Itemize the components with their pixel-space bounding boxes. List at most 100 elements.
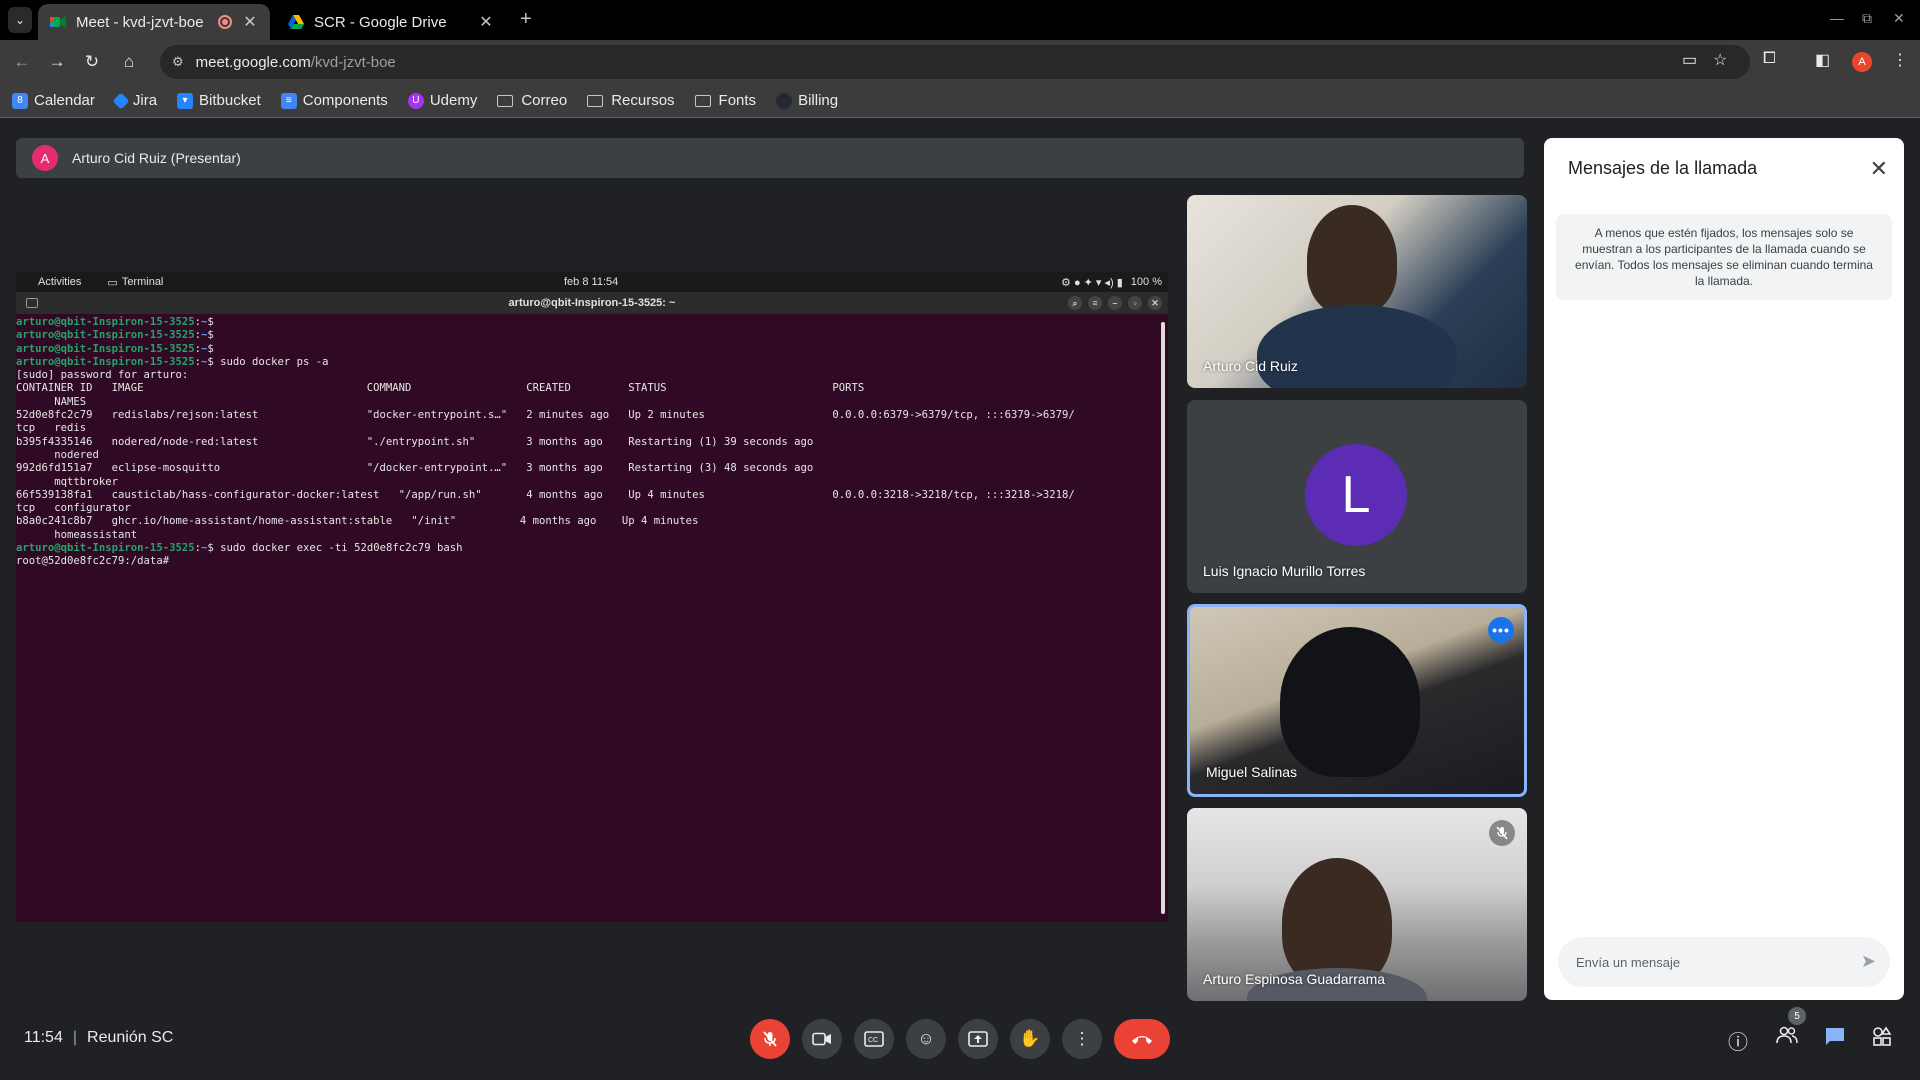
url-path: /kvd-jzvt-boe bbox=[310, 53, 396, 71]
reload-icon[interactable]: ↻ bbox=[80, 50, 104, 74]
url-host: meet.google.com bbox=[195, 53, 311, 71]
meeting-name: Reunión SC bbox=[87, 1029, 174, 1046]
back-icon[interactable]: ← bbox=[10, 50, 34, 74]
participant-name: Luis Ignacio Murillo Torres bbox=[1203, 563, 1366, 579]
terminal-window-controls: ⌕ ≡ – ▫ ✕ bbox=[1068, 296, 1162, 310]
folder-icon bbox=[587, 94, 604, 107]
terminal-app-icon: ▭ bbox=[107, 276, 118, 289]
close-tab-icon[interactable]: ✕ bbox=[478, 12, 494, 32]
presenter-avatar: A bbox=[32, 145, 58, 171]
restore-icon[interactable]: ⧉ bbox=[1862, 10, 1872, 27]
chat-notice: A menos que estén fijados, los mensajes … bbox=[1556, 214, 1892, 300]
message-placeholder: Envía un mensaje bbox=[1576, 954, 1681, 970]
participant-name: Miguel Salinas bbox=[1206, 764, 1298, 780]
bookmark-calendar[interactable]: 8 Calendar bbox=[12, 92, 95, 109]
terminal-title: arturo@qbit-Inspiron-15-3525: ~ bbox=[508, 297, 676, 309]
shared-screen: Activities ▭ Terminal feb 8 11:54 ⚙ ● ✦ … bbox=[16, 272, 1168, 922]
calendar-icon: 8 bbox=[12, 92, 28, 109]
bookmark-bitbucket[interactable]: ▾ Bitbucket bbox=[177, 92, 261, 109]
participant-tile-active-speaker[interactable]: ••• Miguel Salinas bbox=[1187, 604, 1527, 797]
participant-video bbox=[1280, 627, 1420, 777]
tab-title: SCR - Google Drive bbox=[314, 13, 447, 31]
people-count-badge: 5 bbox=[1788, 1007, 1806, 1025]
close-icon[interactable]: ✕ bbox=[1870, 156, 1888, 182]
tab-meet[interactable]: Meet - kvd-jzvt-boe ✕ bbox=[38, 4, 270, 40]
tab-drive[interactable]: SCR - Google Drive ✕ bbox=[276, 4, 506, 40]
gnome-top-bar: Activities ▭ Terminal feb 8 11:54 ⚙ ● ✦ … bbox=[16, 272, 1168, 292]
meeting-time: 11:54 bbox=[24, 1029, 63, 1046]
terminal-output: arturo@qbit-Inspiron-15-3525:~$ arturo@qb… bbox=[16, 316, 1075, 568]
drive-favicon-icon bbox=[288, 14, 304, 30]
participant-avatar: L bbox=[1305, 444, 1407, 546]
message-input[interactable]: Envía un mensaje ➤ bbox=[1558, 937, 1890, 987]
close-tab-icon[interactable]: ✕ bbox=[242, 12, 258, 32]
meeting-details-icon[interactable]: ⓘ bbox=[1728, 1026, 1748, 1055]
new-tab-icon[interactable]: + bbox=[520, 8, 532, 31]
profile-avatar[interactable]: A bbox=[1852, 52, 1872, 72]
browser-toolbar: ← → ↻ ⌂ ⚙ meet.google.com/kvd-jzvt-boe ▭… bbox=[0, 40, 1920, 84]
activities-icon[interactable] bbox=[1872, 1026, 1892, 1046]
bookmark-udemy[interactable]: U Udemy bbox=[407, 92, 477, 109]
chat-title: Mensajes de la llamada bbox=[1568, 158, 1758, 178]
mic-off-button[interactable] bbox=[750, 1019, 790, 1059]
home-icon[interactable]: ⌂ bbox=[117, 50, 141, 74]
people-icon[interactable] bbox=[1776, 1026, 1798, 1044]
bookmark-fonts[interactable]: Fonts bbox=[694, 92, 756, 109]
activities-label: Activities bbox=[38, 276, 82, 288]
chrome-menu-icon[interactable]: ⋮ bbox=[1892, 50, 1908, 70]
camera-in-use-icon[interactable]: ▭ bbox=[1682, 50, 1697, 70]
tab-strip: ⌄ Meet - kvd-jzvt-boe ✕ SCR - Google Dri… bbox=[0, 0, 1920, 40]
terminal-scrollbar bbox=[1161, 322, 1165, 914]
new-tab-icon bbox=[26, 298, 38, 308]
forward-icon[interactable]: → bbox=[45, 50, 69, 74]
more-options-icon[interactable]: ••• bbox=[1488, 617, 1514, 643]
github-icon bbox=[776, 92, 793, 109]
docs-icon: ≡ bbox=[280, 92, 297, 109]
participant-video bbox=[1307, 205, 1397, 315]
bookmark-jira[interactable]: Jira bbox=[112, 92, 157, 109]
site-info-icon[interactable]: ⚙ bbox=[172, 54, 184, 70]
bookmarks-bar: 8 Calendar Jira ▾ Bitbucket ≡ Components UU… bbox=[0, 84, 1920, 118]
meeting-info: 11:54 | Reunión SC bbox=[24, 1029, 174, 1046]
participant-tile[interactable]: Arturo Espinosa Guadarrama bbox=[1187, 808, 1527, 1001]
bookmark-star-icon[interactable]: ☆ bbox=[1713, 50, 1727, 70]
captions-button[interactable]: CC bbox=[854, 1019, 894, 1059]
bitbucket-icon: ▾ bbox=[177, 92, 194, 109]
presenter-label: Arturo Cid Ruiz (Presentar) bbox=[72, 150, 241, 166]
presenter-bar[interactable]: A Arturo Cid Ruiz (Presentar) bbox=[16, 138, 1524, 178]
participant-tile[interactable]: Arturo Cid Ruiz bbox=[1187, 195, 1527, 388]
terminal-app-label: Terminal bbox=[121, 276, 164, 288]
jira-icon bbox=[112, 92, 130, 109]
reactions-button[interactable]: ☺ bbox=[906, 1019, 946, 1059]
extensions-icon[interactable]: ⧠ bbox=[1763, 50, 1776, 68]
leave-call-button[interactable] bbox=[1114, 1019, 1170, 1059]
udemy-icon: U bbox=[407, 92, 424, 109]
bookmark-recursos[interactable]: Recursos bbox=[587, 92, 675, 109]
send-icon[interactable]: ➤ bbox=[1861, 951, 1876, 972]
battery-label: 100 % bbox=[1130, 275, 1162, 288]
bookmark-correo[interactable]: Correo bbox=[497, 92, 567, 109]
participant-tile[interactable]: L Luis Ignacio Murillo Torres bbox=[1187, 400, 1527, 593]
recording-indicator-icon bbox=[218, 15, 232, 29]
status-icons: ⚙ ● ✦ ▾ ◂) ▮ bbox=[1061, 276, 1123, 289]
participant-name: Arturo Cid Ruiz bbox=[1203, 358, 1298, 374]
tab-title: Meet - kvd-jzvt-boe bbox=[76, 13, 204, 31]
folder-icon bbox=[497, 94, 514, 107]
tab-search-button[interactable]: ⌄ bbox=[8, 7, 32, 33]
bookmark-billing[interactable]: Billing bbox=[776, 92, 838, 109]
gnome-datetime: feb 8 11:54 bbox=[564, 276, 619, 288]
meeting-controls-bar: 11:54 | Reunión SC CC ☺ ✋ ⋮ ⓘ 5 bbox=[0, 1005, 1920, 1080]
bookmark-components[interactable]: ≡ Components bbox=[280, 92, 388, 109]
camera-button[interactable] bbox=[802, 1019, 842, 1059]
raise-hand-button[interactable]: ✋ bbox=[1010, 1019, 1050, 1059]
minimize-icon[interactable]: — bbox=[1830, 10, 1844, 26]
chat-icon[interactable] bbox=[1824, 1026, 1846, 1046]
participant-name: Arturo Espinosa Guadarrama bbox=[1203, 971, 1386, 987]
address-bar[interactable]: ⚙ meet.google.com/kvd-jzvt-boe bbox=[160, 45, 1750, 79]
close-window-icon[interactable]: ✕ bbox=[1893, 10, 1905, 27]
present-screen-button[interactable] bbox=[958, 1019, 998, 1059]
meet-favicon-icon bbox=[50, 14, 66, 30]
more-options-button[interactable]: ⋮ bbox=[1062, 1019, 1102, 1059]
side-panel-icon[interactable]: ◧ bbox=[1815, 50, 1830, 70]
terminal-titlebar: arturo@qbit-Inspiron-15-3525: ~ ⌕ ≡ – ▫ ✕ bbox=[16, 292, 1168, 314]
